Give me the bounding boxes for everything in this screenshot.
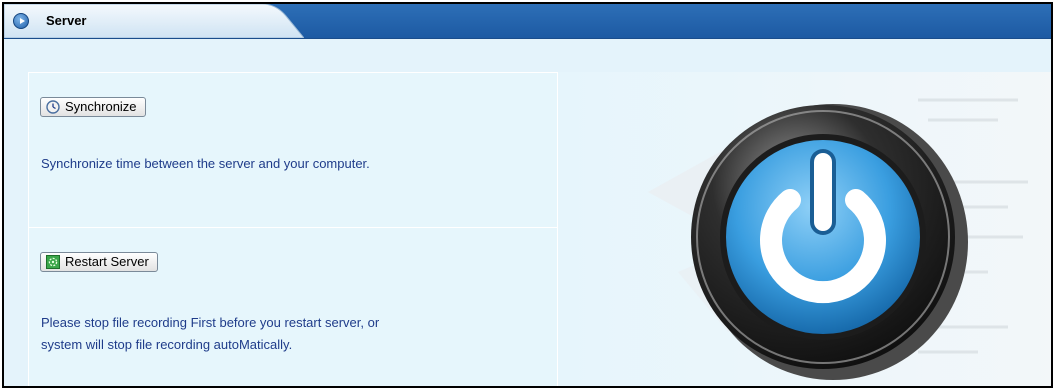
synchronize-button-label: Synchronize <box>65 99 137 114</box>
power-illustration <box>558 72 1051 386</box>
restart-panel: Restart Server Please stop file recordin… <box>28 227 558 386</box>
restart-description-line2: system will stop file recording autoMati… <box>41 337 293 352</box>
title-bar: Server <box>4 4 1051 39</box>
synchronize-button[interactable]: Synchronize <box>40 97 146 117</box>
restart-server-button-label: Restart Server <box>65 254 149 269</box>
server-tab[interactable]: Server <box>4 4 304 38</box>
restart-server-button[interactable]: Restart Server <box>40 252 158 272</box>
restart-description-line1: Please stop file recording First before … <box>41 315 380 330</box>
power-icon <box>558 72 1051 386</box>
server-window: Server Synchronize Synchronize time betw… <box>2 2 1053 388</box>
content-area: Synchronize Synchronize time between the… <box>4 39 1051 386</box>
synchronize-description: Synchronize time between the server and … <box>41 156 370 171</box>
clock-icon <box>46 100 60 114</box>
restart-icon <box>46 255 60 269</box>
page-title: Server <box>46 13 87 28</box>
synchronize-panel: Synchronize Synchronize time between the… <box>28 72 558 228</box>
restart-description: Please stop file recording First before … <box>41 312 379 356</box>
circle-arrow-icon <box>13 13 29 29</box>
